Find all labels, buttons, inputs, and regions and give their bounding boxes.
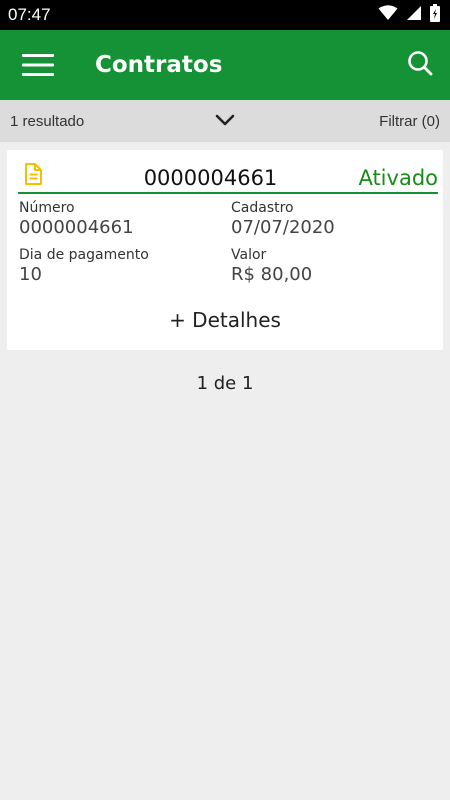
field-label: Número bbox=[19, 200, 75, 216]
wifi-icon bbox=[378, 5, 398, 25]
contract-number: 0000004661 bbox=[143, 166, 278, 190]
field-label: Cadastro bbox=[231, 200, 294, 216]
page-title: Contratos bbox=[95, 52, 223, 78]
field-value: 07/07/2020 bbox=[231, 217, 335, 238]
details-button[interactable]: + Detalhes bbox=[7, 308, 443, 332]
chevron-down-icon bbox=[215, 113, 235, 130]
app-bar: Contratos bbox=[0, 30, 450, 100]
signal-icon bbox=[406, 5, 422, 25]
field-label: Dia de pagamento bbox=[19, 247, 149, 263]
field-valor: Valor R$ 80,00 bbox=[231, 247, 312, 285]
status-time: 07:47 bbox=[8, 5, 51, 24]
status-bar: 07:47 bbox=[0, 0, 450, 30]
field-value: 10 bbox=[19, 264, 42, 285]
filter-bar: 1 resultado Filtrar (0) bbox=[0, 100, 450, 142]
battery-icon bbox=[430, 4, 440, 26]
search-icon bbox=[407, 50, 433, 80]
contract-card[interactable]: 0000004661 Ativado Número 0000004661 Cad… bbox=[7, 150, 443, 350]
result-count: 1 resultado bbox=[10, 112, 85, 130]
field-label: Valor bbox=[231, 247, 267, 263]
pagination-label: 1 de 1 bbox=[196, 373, 254, 394]
field-dia-pagamento: Dia de pagamento 10 bbox=[19, 247, 149, 285]
field-value: R$ 80,00 bbox=[231, 264, 313, 285]
field-cadastro: Cadastro 07/07/2020 bbox=[231, 200, 335, 238]
field-value: 0000004661 bbox=[19, 217, 134, 238]
menu-button[interactable] bbox=[0, 30, 76, 100]
status-icons bbox=[378, 4, 440, 26]
sort-toggle-button[interactable] bbox=[212, 109, 238, 133]
menu-icon bbox=[22, 54, 54, 76]
field-numero: Número 0000004661 bbox=[19, 200, 134, 238]
card-header: 0000004661 Ativado bbox=[18, 158, 438, 194]
search-button[interactable] bbox=[390, 30, 450, 100]
filter-button[interactable]: Filtrar (0) bbox=[379, 113, 440, 130]
status-badge: Ativado bbox=[358, 166, 438, 190]
